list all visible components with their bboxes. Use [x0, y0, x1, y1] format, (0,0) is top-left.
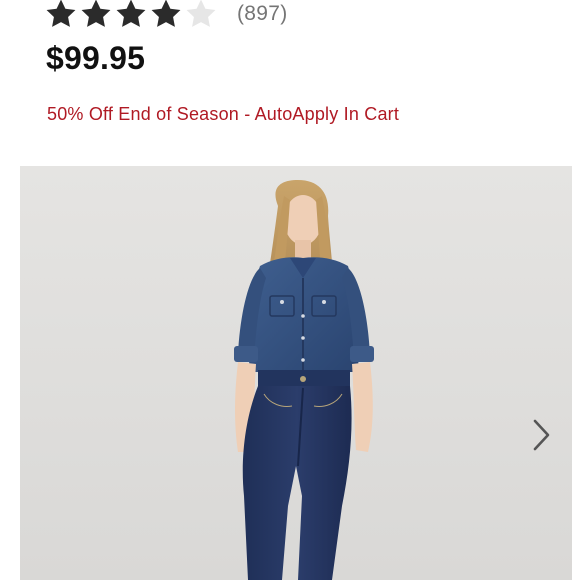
star-empty-icon — [184, 0, 218, 31]
star-filled-icon — [149, 0, 183, 31]
chevron-right-icon — [533, 419, 550, 451]
product-photo — [20, 166, 572, 580]
product-detail-page: (897) $99.95 50% Off End of Season - Aut… — [0, 0, 580, 580]
star-filled-icon — [79, 0, 113, 31]
product-image[interactable] — [20, 166, 572, 580]
star-filled-icon — [44, 0, 78, 31]
star-filled-icon — [114, 0, 148, 31]
rating-row[interactable]: (897) — [44, 0, 288, 34]
star-rating — [44, 0, 219, 31]
product-price: $99.95 — [46, 40, 146, 76]
review-count-link[interactable]: (897) — [237, 2, 288, 26]
carousel-next-button[interactable] — [526, 417, 556, 453]
promo-message: 50% Off End of Season - AutoApply In Car… — [47, 104, 400, 124]
